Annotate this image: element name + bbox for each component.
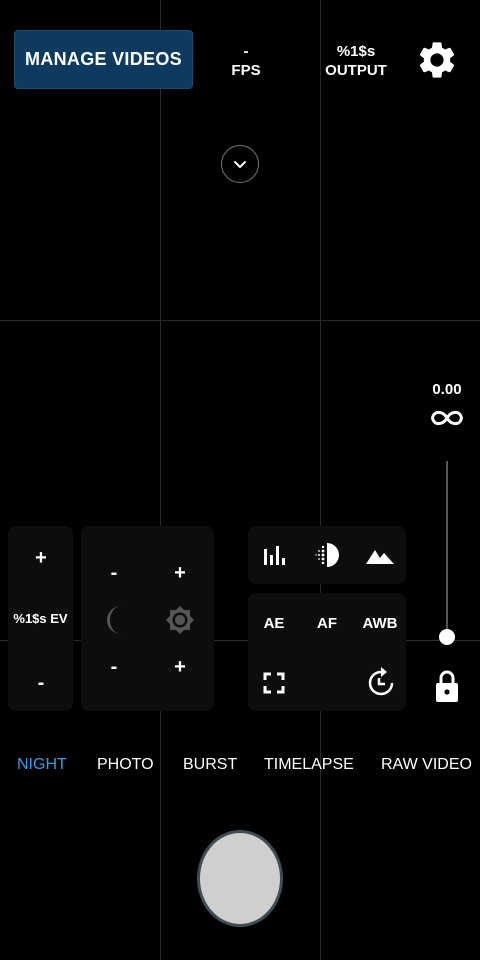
fps-label: FPS bbox=[231, 62, 261, 79]
focus-infinity-button[interactable] bbox=[426, 404, 468, 432]
focus-slider-track[interactable] bbox=[446, 461, 448, 637]
hdr-icon[interactable] bbox=[314, 542, 340, 568]
auto-controls-panel: AE AF AWB bbox=[248, 593, 406, 711]
day-plus-bottom-button[interactable]: + bbox=[165, 655, 195, 679]
moon-icon bbox=[107, 606, 121, 634]
mode-tab-photo[interactable]: PHOTO bbox=[97, 756, 154, 774]
histogram-icon[interactable] bbox=[262, 543, 286, 567]
scene-icons-panel bbox=[248, 526, 406, 584]
infinity-icon bbox=[430, 410, 464, 426]
ev-value: %1$s EV bbox=[13, 611, 68, 626]
grid-line-vertical-2 bbox=[320, 0, 321, 960]
output-value: %1$s bbox=[336, 43, 376, 60]
output-indicator: %1$s OUTPUT bbox=[318, 42, 394, 80]
gear-icon bbox=[419, 42, 455, 78]
fps-indicator: - FPS bbox=[216, 42, 276, 80]
awb-button[interactable]: AWB bbox=[356, 615, 404, 633]
manage-videos-button[interactable]: MANAGE VIDEOS bbox=[14, 30, 193, 89]
fullscreen-icon[interactable] bbox=[263, 672, 285, 694]
ev-panel: + %1$s EV - bbox=[8, 526, 73, 711]
grid-line-horizontal-1 bbox=[0, 320, 480, 321]
mode-tab-timelapse[interactable]: TIMELAPSE bbox=[264, 756, 354, 774]
night-minus-top-button[interactable]: - bbox=[99, 561, 129, 585]
mode-tab-raw-video[interactable]: RAW VIDEO bbox=[381, 756, 472, 774]
grid-line-vertical-1 bbox=[160, 0, 161, 960]
shutter-button[interactable] bbox=[197, 830, 283, 927]
output-label: OUTPUT bbox=[325, 62, 387, 79]
chevron-down-icon bbox=[234, 161, 246, 168]
rotate-camera-icon[interactable] bbox=[365, 667, 397, 699]
day-plus-top-button[interactable]: + bbox=[165, 561, 195, 585]
collapse-toggle-button[interactable] bbox=[221, 145, 259, 183]
mode-tab-night[interactable]: NIGHT bbox=[17, 756, 67, 774]
ev-increase-button[interactable]: + bbox=[26, 546, 56, 570]
ae-button[interactable]: AE bbox=[254, 615, 294, 633]
night-minus-bottom-button[interactable]: - bbox=[99, 655, 129, 679]
exposure-panel: - + - + bbox=[81, 526, 214, 711]
mode-tab-burst[interactable]: BURST bbox=[183, 756, 237, 774]
focus-slider-thumb[interactable] bbox=[439, 629, 455, 645]
lock-icon bbox=[436, 670, 458, 702]
lock-button[interactable] bbox=[433, 668, 461, 704]
zoom-value: 0.00 bbox=[432, 381, 462, 398]
brightness-icon bbox=[165, 605, 195, 635]
landscape-icon[interactable] bbox=[365, 543, 395, 567]
af-button[interactable]: AF bbox=[307, 615, 347, 633]
fps-value: - bbox=[243, 43, 249, 60]
settings-button[interactable] bbox=[415, 38, 459, 82]
ev-decrease-button[interactable]: - bbox=[26, 671, 56, 695]
